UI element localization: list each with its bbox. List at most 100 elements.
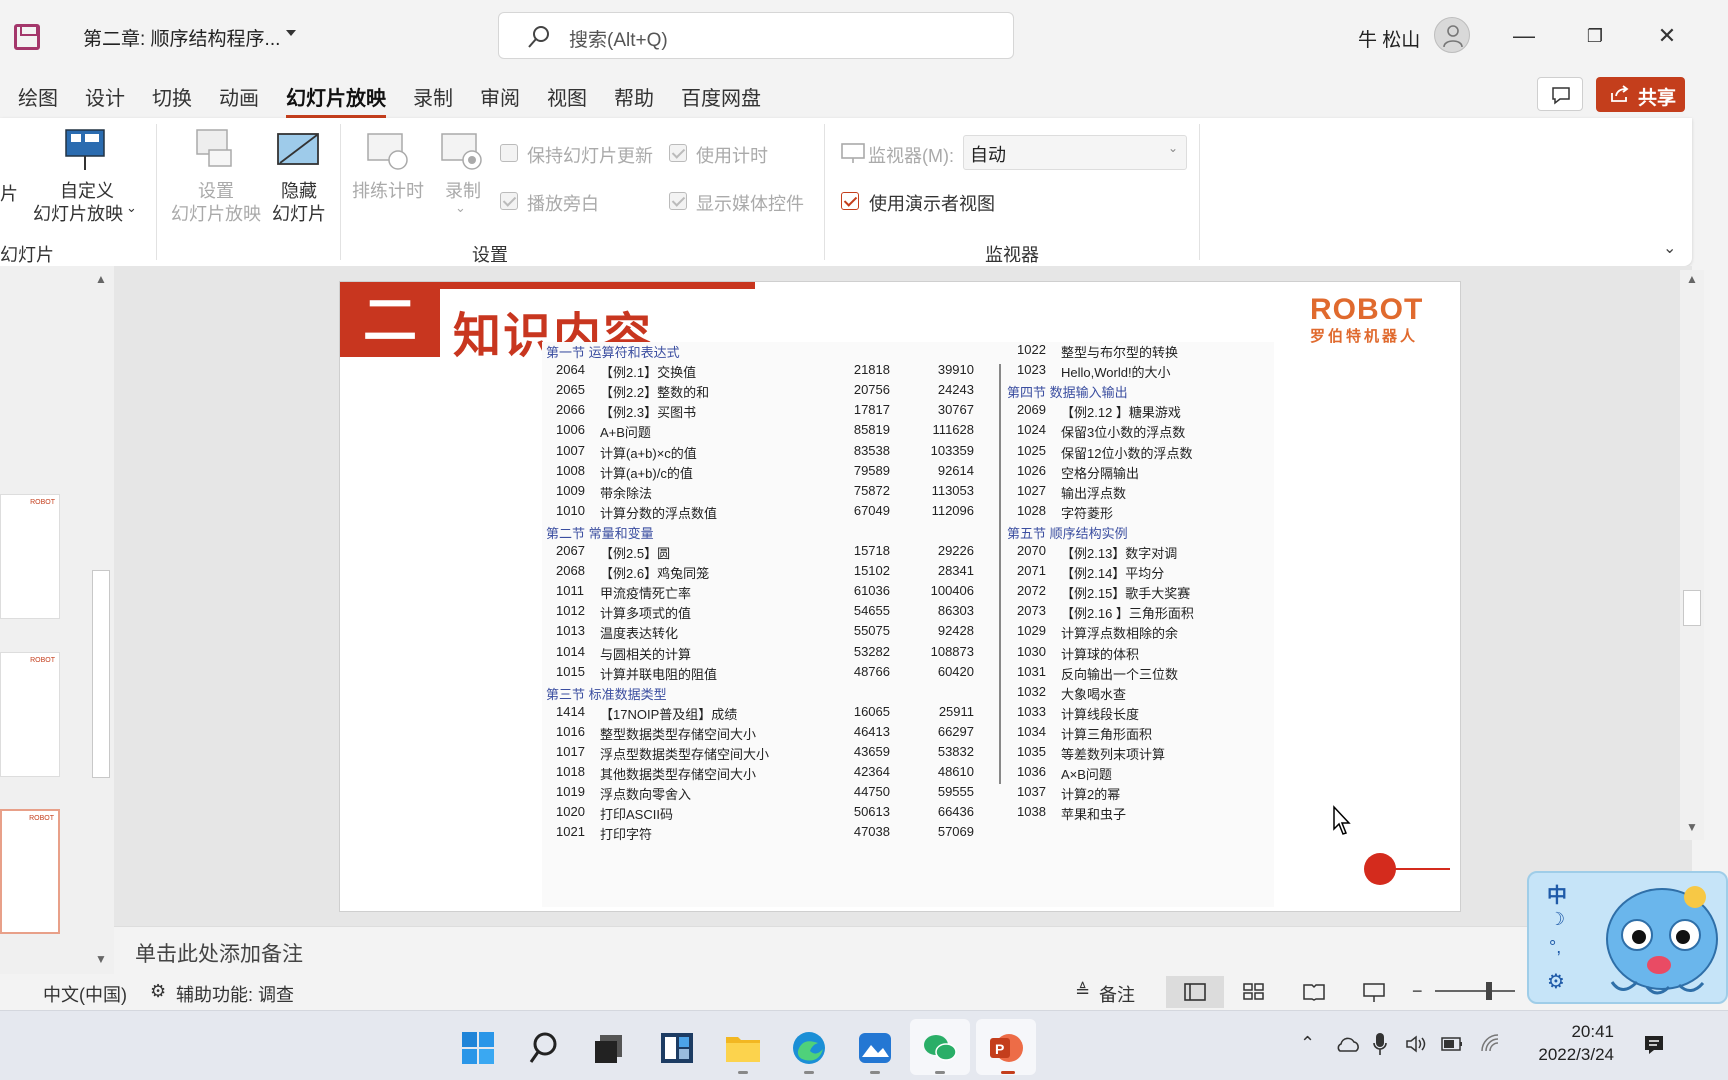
problem-id: 1017 <box>556 744 585 759</box>
normal-view-button[interactable] <box>1166 976 1224 1008</box>
running-indicator <box>804 1071 814 1074</box>
search-box[interactable]: 搜索(Alt+Q) <box>498 12 1014 59</box>
user-name[interactable]: 牛 松山 <box>1358 25 1420 52</box>
share-button[interactable]: 共享 <box>1596 77 1685 112</box>
tab-review[interactable]: 审阅 <box>480 82 520 111</box>
accepted-count: 43659 <box>853 744 890 759</box>
thumbnail-scrollbar[interactable]: ▲ ▼ <box>90 270 112 972</box>
scroll-up-icon[interactable]: ▲ <box>95 272 107 286</box>
presenter-view-label: 使用演示者视图 <box>869 194 995 214</box>
ribbon-cut-label: 片 <box>0 184 18 204</box>
section-title: 第一节 运算符和表达式 <box>546 345 680 360</box>
problem-id: 1034 <box>1017 723 1046 739</box>
document-title[interactable]: 第二章: 顺序结构程序... <box>83 24 280 51</box>
onedrive-cloud-icon[interactable] <box>1334 1035 1360 1055</box>
keep-updated-checkbox[interactable] <box>500 144 518 162</box>
notification-icon[interactable] <box>1642 1033 1666 1057</box>
ime-lang-label[interactable]: 中 <box>1547 879 1567 908</box>
accepted-count: 44750 <box>853 784 890 800</box>
slide-canvas[interactable]: 二 知识内容 ROBOT 罗伯特机器人 第一节 运算符和表达式 2064 【例2.1… <box>339 281 1461 912</box>
volume-icon[interactable] <box>1404 1033 1428 1055</box>
thumb-logo: ROBOT <box>29 815 54 822</box>
settings-gear-icon[interactable]: ⚙ <box>1547 969 1565 994</box>
notes-pane[interactable]: 单击此处添加备注 <box>114 926 1692 974</box>
slide-scrollbar[interactable]: ▲ ▼ <box>1680 270 1704 840</box>
microphone-icon[interactable] <box>1372 1031 1388 1057</box>
accessibility-status[interactable]: 辅助功能: 调查 <box>176 981 294 1007</box>
show-media-controls-checkbox[interactable] <box>669 192 687 210</box>
scroll-down-icon[interactable]: ▼ <box>95 952 107 966</box>
taskbar-clock[interactable]: 20:41 2022/3/24 <box>1518 1020 1614 1066</box>
tab-view[interactable]: 视图 <box>547 82 587 111</box>
play-narration-checkbox[interactable] <box>500 192 518 210</box>
avatar[interactable] <box>1434 17 1470 53</box>
scroll-up-icon[interactable]: ▲ <box>1686 272 1698 286</box>
accepted-count: 75872 <box>853 482 890 498</box>
slide-thumbnail[interactable]: ROBOT <box>0 652 60 777</box>
record-slideshow-icon <box>441 133 482 170</box>
minimize-button[interactable]: — <box>1504 18 1544 54</box>
battery-icon[interactable] <box>1440 1035 1464 1053</box>
problem-title: 字符菱形 <box>1061 505 1114 521</box>
edge-browser-icon[interactable] <box>790 1029 828 1067</box>
language-status[interactable]: 中文(中国) <box>43 981 127 1007</box>
close-button[interactable]: ✕ <box>1647 18 1687 54</box>
notes-icon: ≜ <box>1075 981 1091 1001</box>
submit-count: 100406 <box>930 583 974 599</box>
slide-sorter-icon[interactable] <box>1242 982 1266 1002</box>
ime-mascot-widget[interactable]: 中 ☽ °, ⚙ <box>1527 871 1728 1004</box>
section-title: 第三节 标准数据类型 <box>546 686 667 702</box>
reading-view-icon[interactable] <box>1302 982 1326 1002</box>
powerpoint-icon[interactable]: P <box>987 1029 1025 1067</box>
slideshow-view-icon[interactable] <box>1362 982 1386 1004</box>
submit-count: 53832 <box>937 744 974 759</box>
presenter-view-checkbox[interactable] <box>841 192 859 210</box>
slide-thumbnail-selected[interactable]: ROBOT <box>0 809 60 934</box>
scrollbar-thumb[interactable] <box>92 570 110 778</box>
restore-button[interactable]: ❐ <box>1575 18 1615 54</box>
tab-transitions[interactable]: 切换 <box>152 82 192 111</box>
tray-overflow-chevron-icon[interactable]: ⌃ <box>1300 1033 1315 1054</box>
zoom-slider-thumb[interactable] <box>1486 982 1492 1000</box>
banner-number: 二 <box>363 291 417 351</box>
file-explorer-icon[interactable] <box>724 1029 762 1067</box>
collapse-ribbon-button[interactable]: ⌄ <box>1663 238 1676 258</box>
problem-title: 计算浮点数相除的余 <box>1061 626 1179 642</box>
scroll-down-icon[interactable]: ▼ <box>1686 820 1698 834</box>
zoom-slider[interactable] <box>1435 990 1515 992</box>
tab-record[interactable]: 录制 <box>413 82 453 111</box>
custom-slideshow-label-2: 幻灯片放映 <box>33 204 123 224</box>
search-icon[interactable] <box>526 1029 564 1067</box>
submit-count: 25911 <box>938 703 974 719</box>
tab-design[interactable]: 设计 <box>85 82 125 111</box>
comments-button[interactable] <box>1537 77 1583 111</box>
use-timings-checkbox[interactable] <box>669 144 687 162</box>
slide-thumbnail[interactable]: ROBOT <box>0 494 60 619</box>
monitor-select[interactable]: 自动 ⌄ <box>963 135 1187 170</box>
photos-app-icon[interactable] <box>856 1029 894 1067</box>
chevron-down-icon[interactable] <box>286 30 296 36</box>
save-icon[interactable] <box>14 24 40 50</box>
wechat-icon[interactable] <box>921 1029 959 1067</box>
zoom-out-button[interactable]: − <box>1412 981 1423 1002</box>
accepted-count: 79589 <box>853 462 890 478</box>
windows-start-icon[interactable] <box>459 1029 497 1067</box>
notes-toggle-button[interactable]: 备注 <box>1099 981 1135 1007</box>
tab-animations[interactable]: 动画 <box>219 82 259 111</box>
tab-baidu-netdisk[interactable]: 百度网盘 <box>681 82 761 111</box>
task-view-icon[interactable] <box>590 1029 628 1067</box>
rehearse-timings-button[interactable]: 排练计时 <box>352 177 424 203</box>
tab-help[interactable]: 帮助 <box>614 82 654 111</box>
moon-icon[interactable]: ☽ <box>1549 909 1565 930</box>
punctuation-icon[interactable]: °, <box>1549 937 1561 958</box>
wifi-icon[interactable] <box>1478 1031 1502 1055</box>
problem-id: 1024 <box>1017 422 1046 438</box>
scrollbar-thumb[interactable] <box>1683 590 1701 626</box>
chevron-down-icon: ⌄ <box>126 200 137 215</box>
tab-slideshow[interactable]: 幻灯片放映 <box>286 82 386 118</box>
tab-draw[interactable]: 绘图 <box>18 82 58 111</box>
running-indicator <box>1001 1071 1015 1074</box>
submit-count: 66436 <box>937 804 974 820</box>
group-label-setup: 设置 <box>472 245 508 265</box>
widgets-icon[interactable] <box>658 1029 696 1067</box>
